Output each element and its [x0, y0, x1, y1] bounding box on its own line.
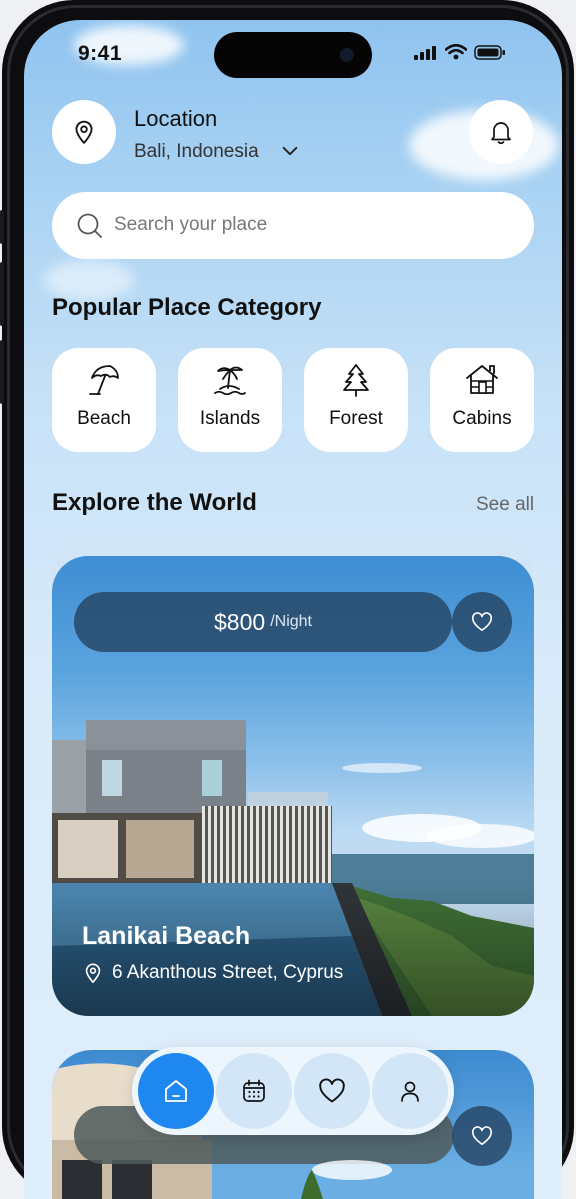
- bottom-nav: [132, 1047, 454, 1135]
- favorite-button[interactable]: [452, 1106, 512, 1166]
- place-name: Lanikai Beach: [82, 922, 251, 950]
- category-label: Beach: [77, 408, 131, 429]
- heart-icon: [471, 1126, 493, 1145]
- chevron-down-icon[interactable]: [279, 140, 301, 162]
- calendar-icon: [243, 1079, 265, 1102]
- heart-icon: [319, 1078, 345, 1103]
- status-bar: 9:41: [24, 20, 562, 80]
- location-label: Location: [134, 106, 218, 131]
- bell-icon: [491, 122, 511, 145]
- status-time: 9:41: [78, 42, 123, 65]
- category-label: Islands: [199, 408, 261, 429]
- map-pin-icon: [75, 120, 93, 144]
- price-value: $800: [214, 608, 266, 635]
- price-unit: /Night: [270, 613, 312, 630]
- search-icon: [77, 213, 102, 238]
- signal-icon: [414, 46, 436, 60]
- nav-profile[interactable]: [372, 1053, 448, 1129]
- map-pin-icon: [85, 963, 101, 983]
- nav-home[interactable]: [138, 1053, 214, 1129]
- category-label: Forest: [329, 408, 383, 429]
- search-input[interactable]: [114, 202, 504, 248]
- heart-icon: [471, 612, 493, 631]
- location-value[interactable]: Bali, Indonesia: [134, 141, 259, 163]
- favorite-button[interactable]: [452, 592, 512, 652]
- volume-up-button: [0, 262, 4, 326]
- beach-umbrella-icon: [89, 365, 119, 395]
- battery-icon: [474, 45, 505, 60]
- location-button[interactable]: [52, 100, 116, 164]
- category-islands[interactable]: Islands: [178, 348, 282, 452]
- category-beach[interactable]: Beach: [52, 348, 156, 452]
- notifications-button[interactable]: [469, 100, 533, 164]
- palm-island-icon: [214, 366, 246, 396]
- price-pill: $800 /Night: [74, 592, 452, 652]
- see-all-link[interactable]: See all: [476, 494, 534, 516]
- wifi-icon: [445, 44, 467, 60]
- volume-down-button: [0, 340, 4, 404]
- home-icon: [165, 1080, 187, 1102]
- mute-switch: [0, 210, 4, 244]
- category-forest[interactable]: Forest: [304, 348, 408, 452]
- pine-tree-icon: [343, 364, 369, 397]
- categories-title: Popular Place Category: [52, 294, 322, 321]
- place-card[interactable]: $800 /Night Lanikai Beach 6 Akanthous St…: [52, 556, 534, 1016]
- category-cabins[interactable]: Cabins: [430, 348, 534, 452]
- category-label: Cabins: [452, 408, 512, 429]
- nav-calendar[interactable]: [216, 1053, 292, 1129]
- profile-icon: [401, 1081, 419, 1102]
- dynamic-island: [214, 32, 372, 78]
- address-text: 6 Akanthous Street, Cyprus: [112, 962, 344, 983]
- nav-favorites[interactable]: [294, 1053, 370, 1129]
- search-bar[interactable]: [52, 192, 534, 259]
- explore-title: Explore the World: [52, 489, 257, 516]
- cabin-icon: [466, 365, 498, 394]
- app-screen: 9:41 Location Bali, Indonesia Search you…: [24, 20, 562, 1199]
- phone-frame: 9:41 Location Bali, Indonesia Search you…: [0, 0, 574, 1199]
- place-address: 6 Akanthous Street, Cyprus: [82, 962, 343, 984]
